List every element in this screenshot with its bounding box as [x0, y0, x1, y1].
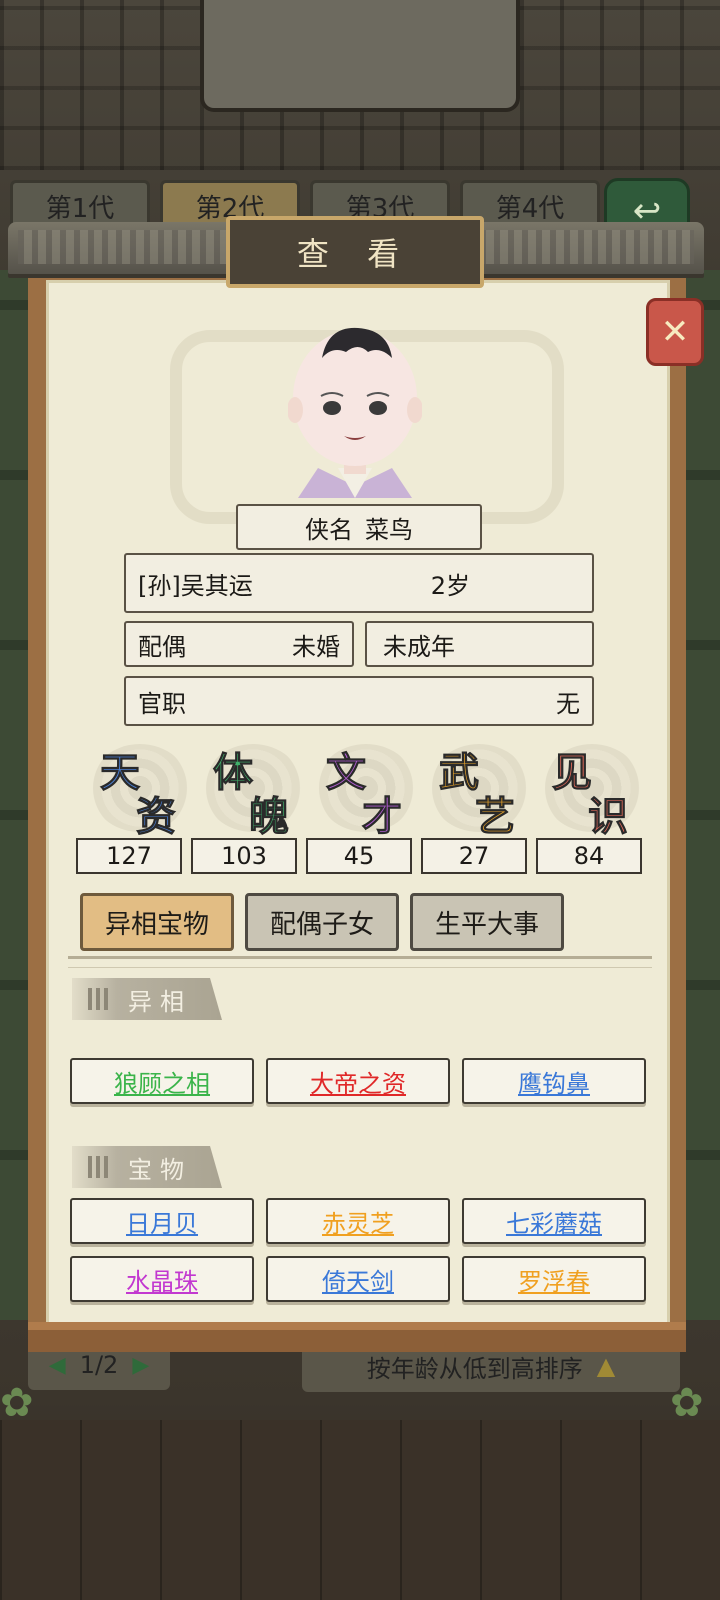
tab-traits-treasures[interactable]: 异相宝物: [80, 893, 234, 951]
treasure-item[interactable]: 罗浮春: [462, 1256, 646, 1302]
stat-char-2: 识: [588, 793, 629, 841]
stat-value-jianshi: 84: [536, 838, 642, 874]
sort-label: 按年龄从低到高排序: [366, 1354, 583, 1383]
stat-char-2: 才: [362, 793, 403, 841]
treasures-header: 宝物: [72, 1146, 222, 1188]
stat-char-1: 天: [100, 749, 141, 797]
stat-value-wencai: 45: [306, 838, 412, 874]
character-name: [孙]吴其运: [138, 571, 253, 600]
stat-char-2: 艺: [475, 793, 516, 841]
close-button[interactable]: ✕: [646, 298, 704, 366]
adult-status-field: 未成年: [365, 621, 594, 667]
treasure-item[interactable]: 赤灵芝: [266, 1198, 450, 1244]
sort-triangle-icon: ▲: [596, 1352, 616, 1380]
trait-item[interactable]: 狼顾之相: [70, 1058, 254, 1104]
stat-char-1: 体: [213, 749, 254, 797]
trait-item[interactable]: 大帝之资: [266, 1058, 450, 1104]
dialog-footer-rail: [28, 1322, 686, 1352]
traits-header: 异相: [72, 978, 222, 1020]
spouse-field: 配偶 未婚: [124, 621, 354, 667]
spouse-value: 未婚: [292, 632, 340, 661]
office-value: 无: [556, 689, 580, 718]
section-divider: [68, 956, 652, 968]
office-label: 官职: [138, 689, 186, 718]
stat-char-2: 资: [136, 793, 177, 841]
nickname-value: 菜鸟: [365, 515, 413, 544]
treasure-item[interactable]: 倚天剑: [266, 1256, 450, 1302]
next-page-icon[interactable]: ▶: [132, 1353, 149, 1378]
office-field: 官职 无: [124, 676, 594, 726]
spouse-label: 配偶: [138, 632, 186, 661]
dialog-title: 查 看: [226, 216, 484, 288]
right-wall-panels: [680, 270, 720, 1320]
stat-value-tianzi: 127: [76, 838, 182, 874]
close-x-icon: ✕: [660, 312, 690, 352]
treasure-item[interactable]: 水晶珠: [70, 1256, 254, 1302]
wall-painting: [200, 0, 520, 112]
tab-spouse-children[interactable]: 配偶子女: [245, 893, 399, 951]
treasure-item[interactable]: 日月贝: [70, 1198, 254, 1244]
pattern-icon: [88, 988, 110, 1010]
nickname-field: 侠名 菜鸟: [236, 504, 482, 550]
prev-page-icon[interactable]: ◀: [49, 1353, 66, 1378]
stat-char-1: 文: [326, 749, 367, 797]
stat-char-1: 见: [552, 749, 593, 797]
traits-title: 异相: [128, 987, 192, 1016]
floor: [0, 1420, 720, 1600]
flower-decoration-icon: ✿: [670, 1380, 704, 1426]
name-age-field: [孙]吴其运 2岁: [124, 553, 594, 613]
treasures-title: 宝物: [128, 1155, 192, 1184]
pattern-icon: [88, 1156, 110, 1178]
stat-char-1: 武: [439, 749, 480, 797]
character-portrait: [288, 327, 422, 498]
character-age: 2岁: [430, 571, 470, 600]
flower-decoration-icon: ✿: [0, 1380, 34, 1426]
nickname-label: 侠名: [305, 515, 353, 544]
stat-char-2: 魄: [249, 793, 290, 841]
page-number: 1/2: [79, 1351, 119, 1379]
stat-value-tipo: 103: [191, 838, 297, 874]
adult-status: 未成年: [383, 632, 455, 661]
treasure-item[interactable]: 七彩蘑菇: [462, 1198, 646, 1244]
stat-value-wuyi: 27: [421, 838, 527, 874]
tab-life-events[interactable]: 生平大事: [410, 893, 564, 951]
trait-item[interactable]: 鹰钩鼻: [462, 1058, 646, 1104]
